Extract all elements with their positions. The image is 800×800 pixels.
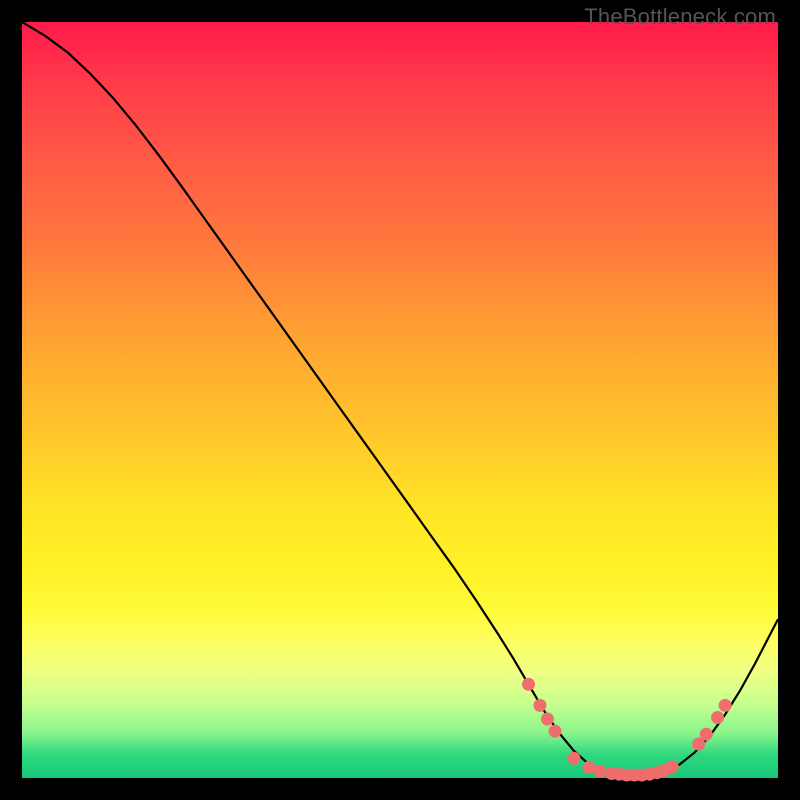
curve-marker (549, 725, 562, 738)
curve-marker (583, 761, 596, 774)
curve-marker (666, 760, 679, 773)
bottleneck-curve (22, 22, 778, 776)
curve-marker (700, 728, 713, 741)
curve-marker (594, 765, 607, 778)
curve-layer (22, 22, 778, 778)
curve-marker (522, 678, 535, 691)
marker-group (522, 678, 732, 782)
curve-marker (541, 713, 554, 726)
curve-marker (533, 699, 546, 712)
curve-marker (567, 752, 580, 765)
curve-marker (711, 711, 724, 724)
chart-frame: TheBottleneck.com (0, 0, 800, 800)
watermark-text: TheBottleneck.com (584, 4, 776, 30)
curve-marker (719, 699, 732, 712)
